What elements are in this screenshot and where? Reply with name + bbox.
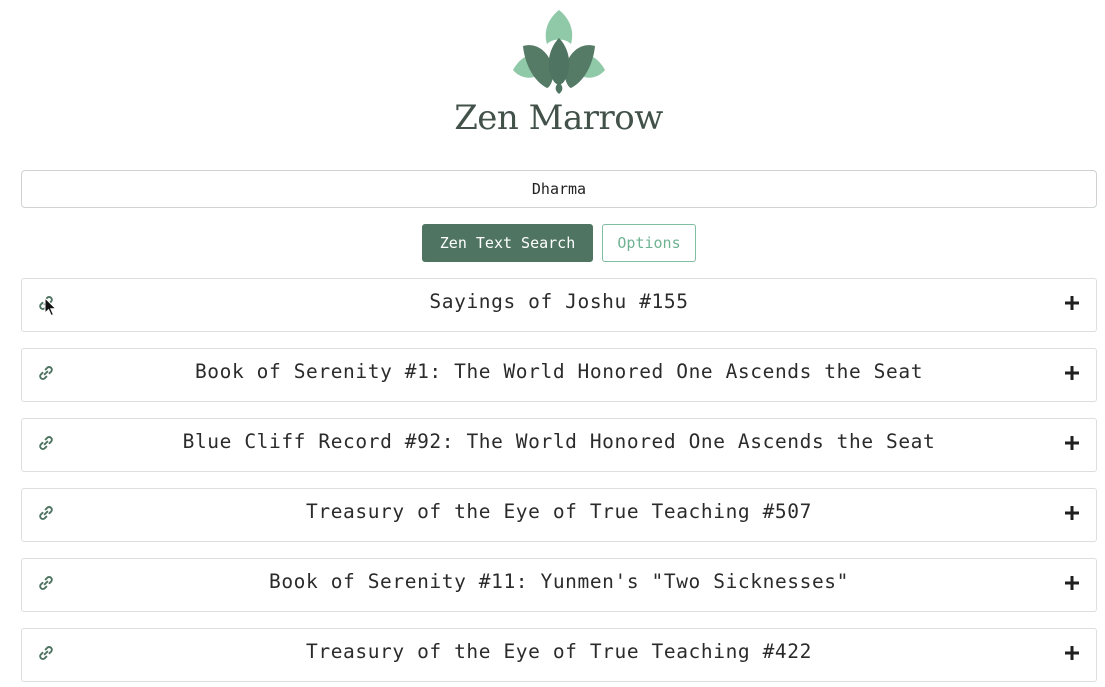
result-title[interactable]: Sayings of Joshu #155 <box>82 279 1036 329</box>
site-title[interactable]: Zen Marrow <box>0 96 1105 140</box>
link-icon[interactable] <box>37 644 55 662</box>
search-input[interactable] <box>21 170 1097 208</box>
result-title[interactable]: Treasury of the Eye of True Teaching #50… <box>82 489 1036 539</box>
result-item[interactable]: Treasury of the Eye of True Teaching #42… <box>21 628 1097 682</box>
zen-text-search-button[interactable]: Zen Text Search <box>422 224 593 262</box>
link-icon[interactable] <box>37 574 55 592</box>
options-button[interactable]: Options <box>602 224 696 262</box>
result-item[interactable]: Sayings of Joshu #155 <box>21 278 1097 332</box>
site-header: Zen Marrow <box>0 0 1105 150</box>
result-item[interactable]: Book of Serenity #1: The World Honored O… <box>21 348 1097 402</box>
result-title[interactable]: Book of Serenity #11: Yunmen's "Two Sick… <box>82 559 1036 609</box>
results-list: Sayings of Joshu #155 Book of Serenity #… <box>21 278 1097 687</box>
result-item[interactable]: Blue Cliff Record #92: The World Honored… <box>21 418 1097 472</box>
link-icon[interactable] <box>37 504 55 522</box>
plus-icon[interactable] <box>1064 644 1080 662</box>
link-icon[interactable] <box>37 364 55 382</box>
lotus-icon <box>513 10 605 94</box>
mouse-cursor-icon <box>44 297 58 317</box>
result-title[interactable]: Blue Cliff Record #92: The World Honored… <box>82 419 1036 469</box>
plus-icon[interactable] <box>1064 504 1080 522</box>
result-item[interactable]: Book of Serenity #11: Yunmen's "Two Sick… <box>21 558 1097 612</box>
result-title[interactable]: Book of Serenity #1: The World Honored O… <box>82 349 1036 399</box>
link-icon[interactable] <box>37 434 55 452</box>
plus-icon[interactable] <box>1064 364 1080 382</box>
result-item[interactable]: Treasury of the Eye of True Teaching #50… <box>21 488 1097 542</box>
plus-icon[interactable] <box>1064 574 1080 592</box>
plus-icon[interactable] <box>1064 434 1080 452</box>
plus-icon[interactable] <box>1064 294 1080 312</box>
result-title[interactable]: Treasury of the Eye of True Teaching #42… <box>82 629 1036 679</box>
